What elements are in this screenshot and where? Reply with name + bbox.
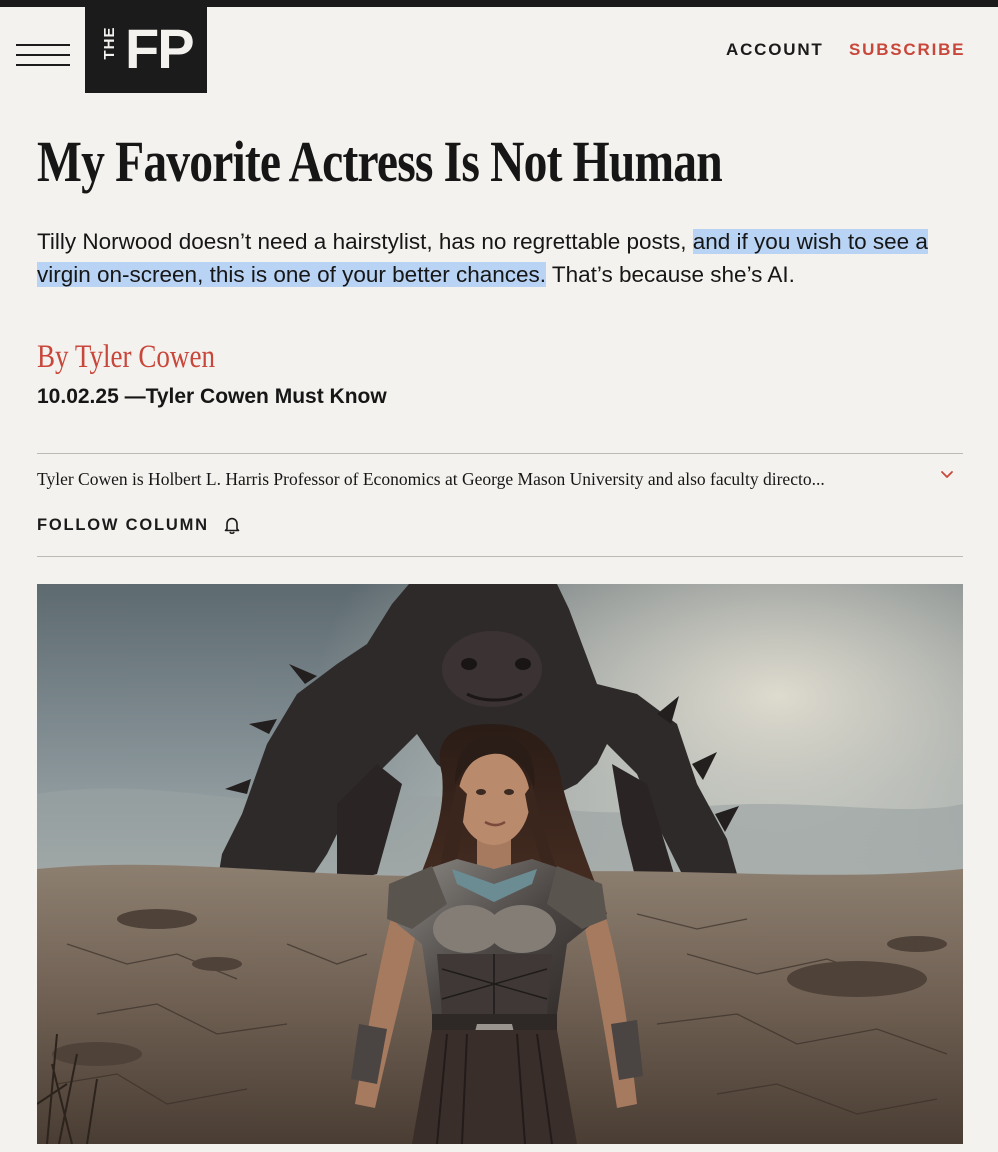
- account-link[interactable]: ACCOUNT: [726, 40, 824, 60]
- subscribe-link[interactable]: SUBSCRIBE: [849, 40, 965, 60]
- bell-icon: [224, 517, 240, 535]
- article-dek: Tilly Norwood doesn’t need a hairstylist…: [37, 225, 962, 291]
- author-bio: Tyler Cowen is Holbert L. Harris Profess…: [37, 469, 825, 489]
- logo-fp-text: FP: [125, 17, 195, 80]
- divider-bottom: [37, 556, 963, 557]
- chevron-down-icon[interactable]: [938, 466, 956, 484]
- article-headline: My Favorite Actress Is Not Human: [37, 129, 723, 194]
- hero-image: [37, 584, 963, 1144]
- follow-column-button[interactable]: FOLLOW COLUMN: [37, 512, 243, 538]
- divider-top: [37, 453, 963, 454]
- logo-the-text: THE: [101, 26, 118, 60]
- author-byline[interactable]: By Tyler Cowen: [37, 335, 215, 379]
- follow-column-label: FOLLOW COLUMN: [37, 515, 209, 534]
- hamburger-menu-icon[interactable]: [16, 42, 70, 70]
- top-rule: [0, 0, 998, 7]
- dek-text-start: Tilly Norwood doesn’t need a hairstylist…: [37, 229, 693, 254]
- dek-text-end: That’s because she’s AI.: [546, 262, 795, 287]
- dateline: 10.02.25 —Tyler Cowen Must Know: [37, 385, 387, 408]
- site-logo[interactable]: THE FP: [85, 7, 207, 93]
- article-page: THE FP ACCOUNT SUBSCRIBE My Favorite Act…: [0, 0, 998, 1152]
